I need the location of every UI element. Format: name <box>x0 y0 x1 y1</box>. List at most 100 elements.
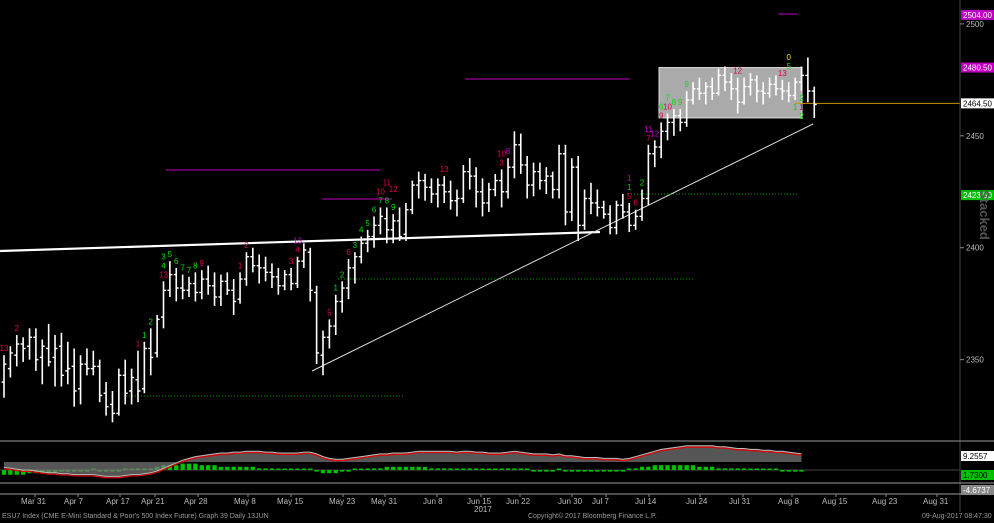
macd-histogram-bar <box>180 463 185 470</box>
x-tick-label: May 23 <box>329 497 356 506</box>
footer-copyright: Copyright© 2017 Bloomberg Finance L.P. <box>528 513 657 520</box>
td-count-label: 5 <box>787 62 792 71</box>
macd-histogram-bar <box>288 468 294 470</box>
macd-histogram-bar <box>671 465 677 470</box>
macd-histogram-bar <box>741 468 747 470</box>
macd-histogram-bar <box>327 470 332 474</box>
macd-histogram-bar <box>601 470 606 472</box>
td-count-label: 9 <box>678 98 683 107</box>
macd-histogram-bar <box>225 466 230 470</box>
td-count-label: 1 <box>793 103 798 112</box>
macd-histogram-bar <box>607 470 613 472</box>
price-tag-label: 2504.00 <box>963 11 992 20</box>
macd-histogram-bar <box>397 466 402 470</box>
macd-histogram-bar <box>697 466 702 470</box>
macd-histogram-bar <box>588 470 594 472</box>
macd-histogram-bar <box>205 465 211 470</box>
macd-histogram-bar <box>422 466 428 470</box>
macd-histogram-bar <box>627 468 632 470</box>
macd-histogram-bar <box>480 468 485 470</box>
macd-histogram-bar <box>563 470 568 472</box>
macd-area <box>4 445 802 477</box>
macd-histogram-bar <box>276 468 281 470</box>
macd-tag-label: -4.6737 <box>963 486 991 495</box>
price-tag-label: 2480.50 <box>963 64 992 73</box>
td-count-label: 9 <box>684 80 689 89</box>
td-count-label: 6 <box>659 102 664 111</box>
macd-histogram-bar <box>301 468 307 470</box>
macd-histogram-bar <box>582 470 587 472</box>
x-tick-label: Mar 31 <box>21 497 46 506</box>
macd-histogram-bar <box>556 468 562 470</box>
macd-histogram-bar <box>263 468 268 470</box>
td-count-label: 2 <box>15 324 20 333</box>
td-count-label: 3 <box>353 241 358 250</box>
macd-histogram-bar <box>390 466 396 470</box>
footer-security: ESU7 Index (CME E-Mini Standard & Poor's… <box>2 513 269 520</box>
x-tick-label: Aug 8 <box>778 497 799 506</box>
x-tick-label: Apr 28 <box>184 497 208 506</box>
td-count-label: 8 <box>193 261 198 270</box>
x-tick-label: Aug 31 <box>923 497 949 506</box>
macd-tag-label: 9.2557 <box>963 452 988 461</box>
td-count-label: 2 <box>244 241 249 250</box>
x-tick-label: Apr 7 <box>64 497 84 506</box>
macd-histogram-bar <box>199 465 204 470</box>
macd-histogram-bar <box>780 470 785 472</box>
macd-histogram-bar <box>729 468 734 470</box>
macd-histogram-bar <box>365 468 370 470</box>
price-panel: 1321121343 567 7 8 9 123413512634567 891011121… <box>0 13 960 423</box>
macd-histogram-bar <box>690 465 696 470</box>
x-tick-label: Jul 24 <box>686 497 708 506</box>
macd-histogram-bar <box>333 470 338 474</box>
td-count-label: 1 <box>627 183 632 192</box>
td-count-label: 3 <box>499 158 504 167</box>
watermark-text: Stacked <box>977 190 992 240</box>
td-count-label: 1 <box>627 174 632 183</box>
td-count-label: 5 <box>168 250 173 259</box>
macd-histogram-bar <box>614 470 619 472</box>
td-count-label: 4 <box>295 246 300 255</box>
macd-histogram-bar <box>461 468 466 470</box>
macd-histogram-bar <box>773 468 779 470</box>
macd-histogram-bar <box>454 468 460 470</box>
macd-histogram-bar <box>799 470 804 472</box>
macd-histogram-bar <box>531 470 536 472</box>
y-tick-label: 2500 <box>966 20 984 29</box>
macd-histogram-bar <box>678 465 683 470</box>
macd-histogram-bar <box>748 468 753 470</box>
macd-histogram-bar <box>429 468 434 470</box>
macd-histogram-bar <box>754 468 760 470</box>
macd-histogram-bar <box>371 468 377 470</box>
macd-histogram-bar <box>544 470 549 472</box>
macd-histogram-bar <box>1 470 7 475</box>
macd-histogram-bar <box>193 463 198 470</box>
macd-histogram-bar <box>792 470 798 472</box>
td-count-label: 6 <box>372 205 377 214</box>
x-tick-label: Apr 21 <box>141 497 165 506</box>
td-count-label: 12 <box>733 67 742 76</box>
axes: 2500245024002350Mar 31 Apr 7 Apr 17 Apr 21 A… <box>0 0 994 512</box>
x-tick-label: Apr 17 <box>106 497 130 506</box>
x-tick-label: Aug 15 <box>822 497 848 506</box>
td-count-label: 4 <box>161 261 166 270</box>
td-count-label: 1 <box>142 331 147 340</box>
macd-histogram-bar <box>595 470 600 472</box>
td-count-label: 0 <box>787 53 792 62</box>
x-tick-label: May 31 <box>371 497 398 506</box>
macd-histogram-bar <box>244 466 249 470</box>
macd-histogram-bar <box>174 465 179 470</box>
macd-histogram-bar <box>569 470 575 472</box>
macd-histogram-bar <box>518 468 523 470</box>
y-tick-label: 2450 <box>966 132 984 141</box>
footer-bar: ESU7 Index (CME E-Mini Standard & Poor's… <box>0 512 994 523</box>
macd-histogram-bar <box>320 470 326 474</box>
td-count-label: 1 <box>799 103 804 112</box>
x-tick-label: Jun 22 <box>506 497 531 506</box>
macd-histogram-bar <box>295 468 300 470</box>
macd-histogram-bar <box>786 470 791 472</box>
macd-histogram-bar <box>352 468 358 470</box>
td-count-label: 13 <box>159 270 168 279</box>
macd-histogram-bar <box>473 468 479 470</box>
x-tick-label: Jun 30 <box>558 497 583 506</box>
